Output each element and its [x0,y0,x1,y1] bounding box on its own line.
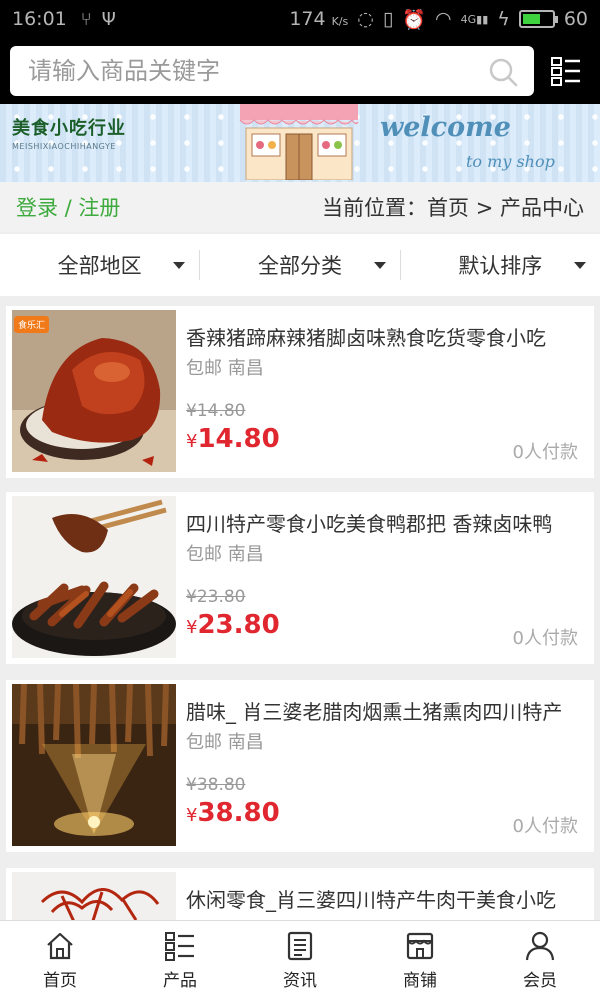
product-price: ¥38.80 [186,798,280,828]
nav-member[interactable]: 会员 [480,921,600,1000]
product-original-price: ¥38.80 [186,775,246,795]
battery-level: 60 [563,8,588,30]
shop-illustration [239,104,359,180]
nav-member-label: 会员 [523,971,557,991]
filter-sort[interactable]: 默认排序 [399,250,600,280]
product-shipping-location: 包邮 南昌 [186,732,264,753]
product-original-price: ¥14.80 [186,401,246,421]
product-title[interactable]: 休闲零食_肖三婆四川特产牛肉干美食小吃 [186,884,578,913]
product-card[interactable]: 腊味_ 肖三婆老腊肉烟熏土猪熏肉四川特产 包邮 南昌 ¥38.80 ¥38.80… [6,680,594,852]
nav-news[interactable]: 资讯 [240,921,360,1000]
product-paid-count: 0人付款 [512,442,578,463]
news-icon [287,931,313,961]
login-register-link[interactable]: 登录 / 注册 [16,192,120,222]
filter-sort-label: 默认排序 [458,254,543,278]
caret-down-icon [173,262,186,269]
wifi-icon: ◠ [435,8,452,30]
breadcrumb: 当前位置：首页 > 产品中心 [322,196,584,220]
product-title[interactable]: 腊味_ 肖三婆老腊肉烟熏土猪熏肉四川特产 [186,696,578,725]
product-title[interactable]: 香辣猪蹄麻辣猪脚卤味熟食吃货零食小吃 [186,322,578,351]
search-icon[interactable] [488,57,518,87]
signal-icon: 4G▮▮ [460,12,489,26]
product-image[interactable] [12,496,176,658]
status-bar: 16:01 ⑂ Ψ 174 K/s ◌ ▯ ⏰ ◠ 4G▮▮ ϟ 60 [0,0,600,38]
nav-products-label: 产品 [163,971,197,991]
product-shipping-location: 包邮 南昌 [186,544,264,565]
search-header [0,38,600,104]
product-list[interactable]: 食乐汇 香辣猪蹄麻辣猪脚卤味熟食吃货零食小吃 包邮 南昌 ¥14.80 ¥14.… [0,306,600,920]
filter-bar: 全部地区 全部分类 默认排序 [0,234,600,296]
store-icon [406,932,434,960]
location-bar: 登录 / 注册 当前位置：首页 > 产品中心 [0,182,600,232]
share-icon: ⑂ [80,8,92,30]
alarm-icon: ⏰ [402,8,427,31]
banner-brand-pinyin: MEISHIXIAOCHIHANGYE [12,142,116,151]
banner-tagline: to my shop [466,152,555,171]
filter-region[interactable]: 全部地区 [0,250,199,280]
search-box[interactable] [10,46,534,96]
category-menu-icon[interactable] [550,55,582,87]
caret-down-icon [373,262,386,269]
product-paid-count: 0人付款 [512,628,578,649]
product-image[interactable] [12,872,176,920]
home-icon [47,932,73,960]
nav-home[interactable]: 首页 [0,921,120,1000]
nav-store-label: 商铺 [403,971,437,991]
charging-icon: ϟ [497,8,510,30]
battery-icon [518,10,558,28]
product-image[interactable]: 食乐汇 [12,310,176,472]
product-card[interactable]: 食乐汇 香辣猪蹄麻辣猪脚卤味熟食吃货零食小吃 包邮 南昌 ¥14.80 ¥14.… [6,306,594,478]
bottom-nav: 首页 产品 资讯 商铺 会员 [0,920,600,1000]
product-card[interactable]: 休闲零食_肖三婆四川特产牛肉干美食小吃 [6,868,594,920]
vibrate-icon: ▯ [382,8,394,30]
product-card[interactable]: 四川特产零食小吃美食鸭郡把 香辣卤味鸭 包邮 南昌 ¥23.80 ¥23.80 … [6,492,594,664]
list-icon [165,932,194,961]
nav-home-label: 首页 [43,971,77,991]
product-title[interactable]: 四川特产零食小吃美食鸭郡把 香辣卤味鸭 [186,508,578,537]
product-price: ¥14.80 [186,424,280,454]
nav-news-label: 资讯 [283,971,317,991]
filter-category-label: 全部分类 [257,254,342,278]
user-icon [525,931,555,961]
banner-welcome: welcome [380,112,511,143]
search-input[interactable] [28,57,516,85]
nav-store[interactable]: 商铺 [360,921,480,1000]
network-speed: 174 K/s [289,8,349,30]
status-time: 16:01 [12,8,67,30]
banner-brand: 美食小吃行业 [12,118,126,139]
nav-products[interactable]: 产品 [120,921,240,1000]
product-paid-count: 0人付款 [512,816,578,837]
usb-icon: Ψ [101,8,116,30]
product-original-price: ¥23.80 [186,587,246,607]
product-shipping-location: 包邮 南昌 [186,358,264,379]
product-image[interactable] [12,684,176,846]
caret-down-icon [573,262,586,269]
product-price: ¥23.80 [186,610,280,640]
filter-category[interactable]: 全部分类 [199,250,399,280]
filter-region-label: 全部地区 [57,254,142,278]
sync-icon: ◌ [357,8,374,30]
welcome-banner[interactable]: 美食小吃行业 MEISHIXIAOCHIHANGYE welcome to my… [0,104,600,182]
shop-tag-badge: 食乐汇 [14,316,50,333]
